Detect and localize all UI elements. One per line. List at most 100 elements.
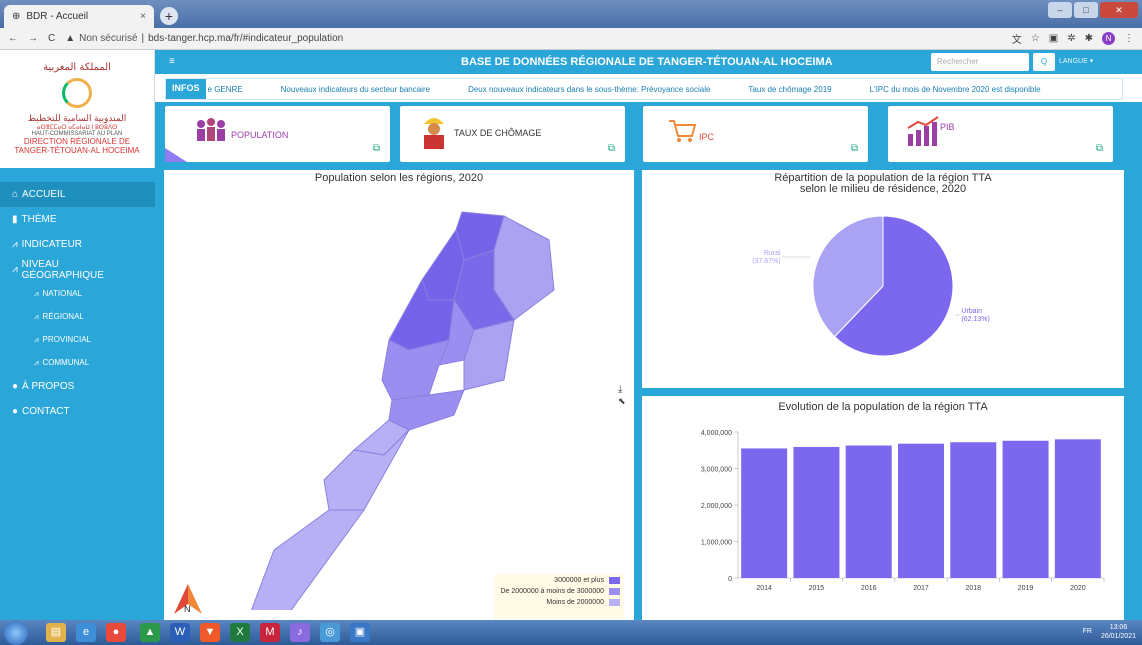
- external-link-icon[interactable]: ⧉: [1096, 143, 1103, 154]
- url-text: bds-tanger.hcp.ma/fr/#indicateur_populat…: [148, 33, 344, 44]
- sidebar-item-provincial[interactable]: ⩘ PROVINCIAL: [0, 328, 155, 351]
- brave-icon[interactable]: ▼: [200, 623, 220, 642]
- north-arrow-icon: N: [174, 584, 202, 614]
- profile-avatar[interactable]: N: [1102, 32, 1115, 45]
- sidebar-item-label: ACCUEIL: [22, 189, 66, 200]
- star-icon[interactable]: ☆: [1031, 33, 1040, 44]
- app-icon[interactable]: ▲: [140, 623, 160, 642]
- bar[interactable]: [1002, 440, 1049, 578]
- cart-icon: [669, 120, 697, 142]
- puzzle-icon[interactable]: ✱: [1085, 33, 1093, 44]
- sidebar-item-accueil[interactable]: ⌂ ACCUEIL: [0, 182, 155, 207]
- logo-arabic-hcp: المندوبية السامية للتخطيط: [27, 113, 127, 123]
- ie-icon[interactable]: e: [76, 623, 96, 642]
- forward-icon[interactable]: →: [28, 33, 38, 44]
- sidebar-item-a-propos[interactable]: ● À PROPOS: [0, 374, 155, 399]
- ticker-item[interactable]: e GENRE: [208, 85, 243, 94]
- ticker-item[interactable]: Taux de chômage 2019: [748, 85, 831, 94]
- logo-region: TANGER-TÉTOUAN-AL HOCEIMA: [14, 146, 140, 155]
- sidebar-item-label: THÈME: [21, 214, 57, 225]
- menu-dots-icon[interactable]: ⋮: [1124, 33, 1134, 44]
- home-icon: ⌂: [12, 189, 19, 200]
- save-icon[interactable]: ▣: [1049, 33, 1058, 44]
- reload-icon[interactable]: C: [48, 33, 55, 44]
- url-field[interactable]: ▲ Non sécurisé | bds-tanger.hcp.ma/fr/#i…: [65, 33, 343, 44]
- minimize-icon[interactable]: –: [1048, 2, 1072, 18]
- new-tab-button[interactable]: +: [160, 7, 178, 25]
- address-bar: ← → C ▲ Non sécurisé | bds-tanger.hcp.ma…: [0, 28, 1142, 50]
- language-dropdown[interactable]: LANGUE ▾: [1059, 57, 1093, 65]
- ticker-item[interactable]: Nouveaux indicateurs du secteur bancaire: [281, 85, 430, 94]
- region-marrakech-safi: [381, 339, 450, 401]
- back-icon[interactable]: ←: [8, 33, 18, 44]
- chrome-icon[interactable]: ●: [106, 623, 126, 642]
- bar[interactable]: [793, 446, 840, 578]
- logo-tifinagh: ⴰⵙⴻⵎⵎⴰⵔ ⴰⵎⴰⵏⴰⵡ ⵏ ⵓⵙⵓⴷⵙ: [36, 125, 118, 131]
- ticker-item[interactable]: L'IPC du mois de Novembre 2020 est dispo…: [870, 85, 1041, 94]
- bar-title: Evolution de la population de la région …: [778, 401, 988, 413]
- sidebar-item-national[interactable]: ⩘ NATIONAL: [0, 282, 155, 305]
- reset-icon[interactable]: ⬉: [618, 396, 626, 406]
- sidebar-item-label: À PROPOS: [22, 381, 75, 392]
- bar[interactable]: [845, 445, 892, 578]
- y-tick-label: 4,000,000: [701, 430, 732, 437]
- x-tick-label: 2015: [809, 585, 825, 592]
- bar[interactable]: [897, 443, 945, 578]
- legend-swatch: [609, 588, 620, 595]
- pie-subtitle: selon le milieu de résidence, 2020: [799, 183, 967, 195]
- y-tick-label: 1,000,000: [701, 540, 732, 547]
- maximize-icon[interactable]: □: [1074, 2, 1098, 18]
- clock[interactable]: 13:06 26/01/2021: [1101, 623, 1136, 641]
- sidebar-item-indicateur[interactable]: ⩘ INDICATEUR: [0, 232, 155, 257]
- bar[interactable]: [1054, 439, 1101, 578]
- card-population[interactable]: POPULATION ⧉: [165, 106, 390, 162]
- windows-taskbar: ▤ e ● ▲ W ▼ X M ♪ ◎ ▣ FR 13:06 26/01/202…: [0, 620, 1142, 645]
- card-pib[interactable]: PIB ⧉: [888, 106, 1113, 162]
- bookmark-icon: ▮: [12, 214, 18, 225]
- search-button[interactable]: Q: [1033, 53, 1055, 71]
- word-icon[interactable]: W: [170, 623, 190, 642]
- translate-icon[interactable]: 文: [1012, 31, 1022, 46]
- download-icon[interactable]: ⤓: [618, 384, 623, 395]
- browser-tab[interactable]: ⊕ BDR - Accueil ×: [4, 5, 154, 28]
- start-button[interactable]: [4, 621, 28, 645]
- bar[interactable]: [741, 448, 788, 578]
- x-tick-label: 2014: [756, 585, 772, 592]
- app3-icon[interactable]: ◎: [320, 623, 340, 642]
- external-link-icon[interactable]: ⧉: [608, 143, 615, 154]
- tab-close-icon[interactable]: ×: [140, 11, 146, 22]
- sidebar-item-label: NATIONAL: [42, 289, 82, 298]
- card-corner-icon: [165, 148, 187, 162]
- sidebar-item-label: RÉGIONAL: [42, 312, 84, 321]
- card-chomage[interactable]: TAUX DE CHÔMAGE ⧉: [400, 106, 625, 162]
- sidebar-item-theme[interactable]: ▮ THÈME: [0, 207, 155, 232]
- legend-swatch: [609, 577, 620, 584]
- menu-toggle-icon[interactable]: ≡: [169, 56, 175, 67]
- sidebar-item-niveau-geographique[interactable]: ⩘ NIVEAU GÉOGRAPHIQUE: [0, 257, 155, 282]
- hcp-logo[interactable]: المملكة المغربية المندوبية السامية للتخط…: [0, 50, 155, 168]
- card-ipc[interactable]: IPC ⧉: [643, 106, 868, 162]
- pie-panel: Répartition de la population de la régio…: [642, 170, 1124, 388]
- excel-icon[interactable]: X: [230, 623, 250, 642]
- window-close-icon[interactable]: ✕: [1100, 2, 1138, 18]
- explorer-icon[interactable]: ▤: [46, 623, 66, 642]
- app2-icon[interactable]: ♪: [290, 623, 310, 642]
- sidebar-item-regional[interactable]: ⩘ RÉGIONAL: [0, 305, 155, 328]
- search-input[interactable]: Rechercher: [931, 53, 1029, 71]
- external-link-icon[interactable]: ⧉: [851, 143, 858, 154]
- map-legend: 3000000 et plus De 2000000 à moins de 30…: [494, 574, 624, 626]
- antivirus-icon[interactable]: M: [260, 623, 280, 642]
- ticker-item[interactable]: Deux nouveaux indicateurs dans le sous-t…: [468, 85, 710, 94]
- sidebar-item-communal[interactable]: ⩘ COMMUNAL: [0, 351, 155, 374]
- pie-chart: Urbain(62.13%) Rural(37.87%): [752, 215, 990, 357]
- sidebar-item-contact[interactable]: ● CONTACT: [0, 399, 155, 424]
- pie-value-label: (62.13%): [961, 316, 989, 323]
- tray-language[interactable]: FR: [1083, 628, 1092, 635]
- bar[interactable]: [950, 442, 997, 578]
- bar-growth-icon: [907, 116, 939, 146]
- line-chart-icon: ⩘: [34, 357, 39, 367]
- logo-emblem-icon: [62, 78, 92, 108]
- external-link-icon[interactable]: ⧉: [373, 143, 380, 154]
- extension-icon[interactable]: ✲: [1067, 33, 1075, 44]
- app4-icon[interactable]: ▣: [350, 623, 370, 642]
